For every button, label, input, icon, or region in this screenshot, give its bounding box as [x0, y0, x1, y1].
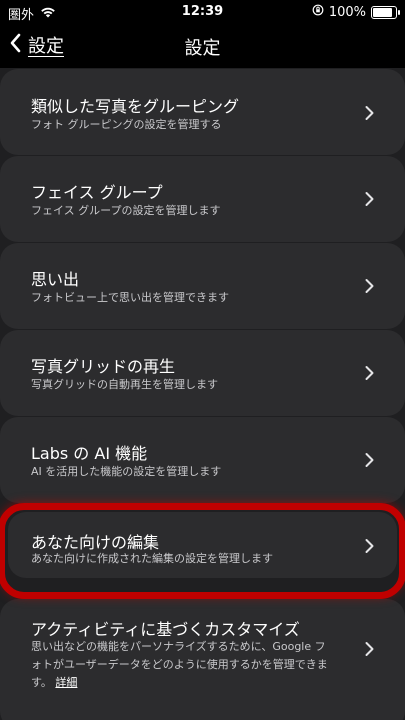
setting-description: 写真グリッドの自動再生を管理します — [31, 378, 218, 391]
setting-title: 思い出 — [31, 270, 80, 289]
setting-item-grid-playback[interactable]: 写真グリッドの再生 写真グリッドの自動再生を管理します — [0, 330, 405, 416]
settings-list: 類似した写真をグルーピング フォト グルーピングの設定を管理する フェイス グル… — [0, 68, 405, 720]
setting-title: アクティビティに基づくカスタマイズ — [31, 620, 300, 639]
setting-item-memories[interactable]: 思い出 フォトビュー上で思い出を管理できます — [0, 243, 405, 329]
chevron-right-icon — [365, 453, 374, 467]
setting-item-activity-customization[interactable]: アクティビティに基づくカスタマイズ 思い出などの機能をパーソナライズするために、… — [0, 599, 405, 720]
chevron-right-icon — [365, 366, 374, 380]
setting-description: フォトビュー上で思い出を管理できます — [31, 291, 229, 304]
battery-icon — [371, 5, 400, 19]
setting-description: フォト グルーピングの設定を管理する — [31, 118, 222, 131]
setting-item-edits-for-you[interactable]: あなた向けの編集 あなた向けに作成された編集の設定を管理します — [8, 512, 397, 578]
orientation-lock-icon — [312, 4, 324, 20]
chevron-right-icon — [365, 192, 374, 206]
chevron-right-icon — [365, 279, 374, 293]
chevron-right-icon — [365, 106, 374, 120]
setting-item-labs-ai[interactable]: Labs の AI 機能 AI を活用した機能の設定を管理します — [0, 417, 405, 503]
setting-title: フェイス グループ — [31, 183, 163, 202]
setting-description: あなた向けに作成された編集の設定を管理します — [31, 552, 273, 565]
nav-bar: 設定 設定 — [0, 24, 405, 68]
battery-percent: 100% — [328, 4, 366, 20]
setting-description-block: 思い出などの機能をパーソナライズするために、Google フォトがユーザーデータ… — [31, 638, 331, 692]
page-title: 設定 — [184, 38, 221, 59]
learn-more-link[interactable]: 詳細 — [55, 676, 77, 689]
setting-item-photo-grouping[interactable]: 類似した写真をグルーピング フォト グルーピングの設定を管理する — [0, 69, 405, 155]
chevron-right-icon — [365, 642, 374, 656]
setting-title: 写真グリッドの再生 — [31, 357, 176, 376]
setting-title: 類似した写真をグルーピング — [31, 97, 240, 116]
setting-title: Labs の AI 機能 — [31, 444, 148, 463]
chevron-right-icon — [365, 539, 374, 553]
setting-description: フェイス グループの設定を管理します — [31, 204, 221, 217]
setting-item-face-groups[interactable]: フェイス グループ フェイス グループの設定を管理します — [0, 156, 405, 242]
status-right: 100% — [312, 4, 400, 20]
battery-fill — [373, 7, 392, 17]
status-bar: 圏外 12:39 100% — [0, 0, 405, 24]
setting-description: AI を活用した機能の設定を管理します — [31, 465, 222, 478]
